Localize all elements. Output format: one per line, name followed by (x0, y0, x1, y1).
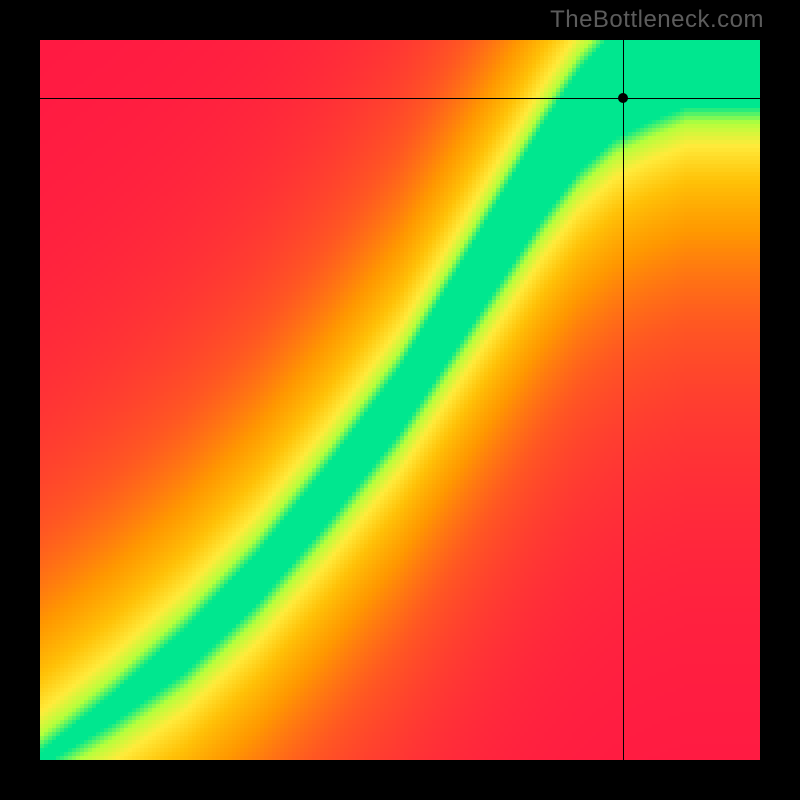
crosshair-vertical (623, 40, 624, 760)
watermark-text: TheBottleneck.com (550, 6, 764, 34)
crosshair-horizontal (40, 98, 760, 99)
heatmap-canvas (40, 40, 760, 760)
heatmap-plot (40, 40, 760, 760)
chart-frame: TheBottleneck.com (0, 0, 800, 800)
selection-marker (618, 93, 628, 103)
